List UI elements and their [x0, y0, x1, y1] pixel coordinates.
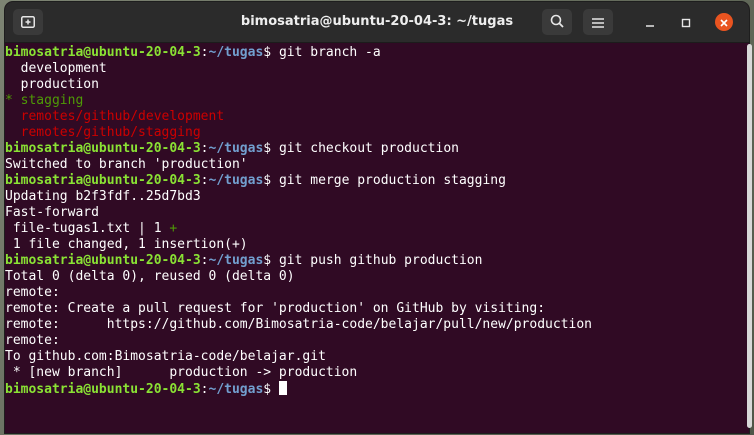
maximize-button[interactable]: [677, 13, 695, 31]
output-line: * [new branch] production -> production: [5, 365, 739, 381]
output-text: production: [5, 77, 99, 92]
prompt-line: bimosatria@ubuntu-20-04-3:~/tugas$ git m…: [5, 173, 739, 189]
command-text: git merge production stagging: [278, 173, 506, 188]
prompt-path: ~/tugas: [208, 141, 264, 156]
prompt-path: ~/tugas: [208, 253, 264, 268]
output-line: remote:: [5, 333, 739, 349]
new-tab-button[interactable]: [13, 9, 43, 35]
output-line: remotes/github/development: [5, 109, 739, 125]
prompt-separator: :: [200, 173, 209, 188]
prompt-path: ~/tugas: [208, 45, 264, 60]
minimize-button[interactable]: [641, 13, 659, 31]
output-text: Updating b2f3fdf..25d7bd3: [5, 189, 201, 204]
terminal-window[interactable]: bimosatria@ubuntu-20-04-3: ~/tugas bimos…: [5, 2, 749, 433]
prompt-dollar: $: [263, 45, 279, 60]
prompt-user-host: bimosatria@ubuntu-20-04-3: [5, 141, 201, 156]
output-line: Updating b2f3fdf..25d7bd3: [5, 189, 739, 205]
prompt-dollar: $: [263, 141, 279, 156]
prompt-separator: :: [200, 141, 209, 156]
output-line: file-tugas1.txt | 1 +: [5, 221, 739, 237]
output-line: * stagging: [5, 93, 739, 109]
prompt-separator: :: [200, 382, 209, 397]
diffstat-plus: +: [169, 221, 178, 236]
output-line: production: [5, 77, 739, 93]
output-line: Switched to branch 'production': [5, 157, 739, 173]
output-text: Fast-forward: [5, 205, 99, 220]
command-text: git branch -a: [278, 45, 381, 60]
output-text: Switched to branch 'production': [5, 157, 248, 172]
prompt-line: bimosatria@ubuntu-20-04-3:~/tugas$ git b…: [5, 45, 739, 61]
output-line: remote: Create a pull request for 'produ…: [5, 301, 739, 317]
window-title: bimosatria@ubuntu-20-04-3: ~/tugas: [240, 14, 514, 29]
output-text: remote:: [5, 285, 68, 300]
diffstat-text: file-tugas1.txt | 1: [5, 221, 170, 236]
prompt-separator: :: [200, 45, 209, 60]
prompt-line: bimosatria@ubuntu-20-04-3:~/tugas$ git c…: [5, 141, 739, 157]
prompt-line: bimosatria@ubuntu-20-04-3:~/tugas$: [5, 381, 739, 397]
search-icon: [550, 13, 564, 32]
output-line: 1 file changed, 1 insertion(+): [5, 237, 739, 253]
output-text: To github.com:Bimosatria-code/belajar.gi…: [5, 349, 326, 364]
output-line: To github.com:Bimosatria-code/belajar.gi…: [5, 349, 739, 365]
prompt-separator: :: [200, 253, 209, 268]
output-text: 1 file changed, 1 insertion(+): [5, 237, 248, 252]
output-text: remote:: [5, 333, 68, 348]
minimize-icon: [645, 13, 655, 32]
hamburger-menu-icon: [592, 13, 604, 32]
output-text: Total 0 (delta 0), reused 0 (delta 0): [5, 269, 295, 284]
output-text: * [new branch] production -> production: [5, 365, 358, 380]
title-bar[interactable]: bimosatria@ubuntu-20-04-3: ~/tugas: [5, 2, 749, 43]
prompt-dollar: $: [263, 173, 279, 188]
scrollbar[interactable]: [747, 44, 752, 428]
prompt-path: ~/tugas: [208, 173, 264, 188]
output-text: remote: https://github.com/Bimosatria-co…: [5, 317, 592, 332]
close-icon: [719, 13, 729, 32]
prompt-path: ~/tugas: [208, 382, 264, 397]
output-line: Total 0 (delta 0), reused 0 (delta 0): [5, 269, 739, 285]
maximize-icon: [681, 13, 691, 32]
terminal-output[interactable]: bimosatria@ubuntu-20-04-3:~/tugas$ git b…: [5, 43, 739, 433]
prompt-user-host: bimosatria@ubuntu-20-04-3: [5, 173, 201, 188]
prompt-dollar: $: [263, 382, 279, 397]
search-button[interactable]: [542, 9, 572, 35]
text-cursor[interactable]: [278, 381, 287, 395]
output-text: * stagging: [5, 93, 84, 108]
output-text: development: [5, 61, 107, 76]
command-text: git checkout production: [278, 141, 459, 156]
output-line: development: [5, 61, 739, 77]
output-text: remote: Create a pull request for 'produ…: [5, 301, 546, 316]
prompt-user-host: bimosatria@ubuntu-20-04-3: [5, 382, 201, 397]
prompt-user-host: bimosatria@ubuntu-20-04-3: [5, 253, 201, 268]
output-line: remote:: [5, 285, 739, 301]
output-text: remotes/github/stagging: [5, 125, 201, 140]
close-button[interactable]: [715, 13, 733, 31]
output-line: remotes/github/stagging: [5, 125, 739, 141]
new-tab-icon: [21, 13, 35, 32]
prompt-dollar: $: [263, 253, 279, 268]
command-text: git push github production: [278, 253, 483, 268]
output-line: remote: https://github.com/Bimosatria-co…: [5, 317, 739, 333]
prompt-user-host: bimosatria@ubuntu-20-04-3: [5, 45, 201, 60]
prompt-line: bimosatria@ubuntu-20-04-3:~/tugas$ git p…: [5, 253, 739, 269]
output-line: Fast-forward: [5, 205, 739, 221]
output-text: remotes/github/development: [5, 109, 225, 124]
menu-button[interactable]: [583, 9, 613, 35]
